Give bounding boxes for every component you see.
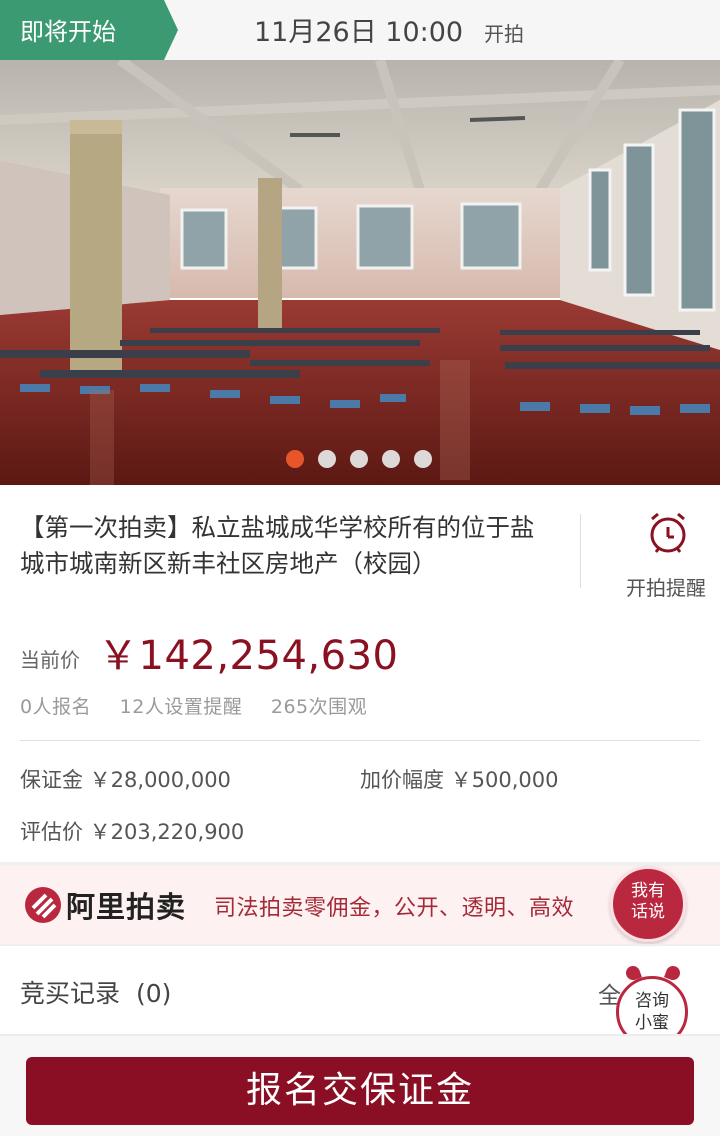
start-time: 11月26日 10:00: [254, 17, 464, 48]
bid-records-row[interactable]: 竞买记录 (0): [20, 974, 171, 1010]
carousel-dot[interactable]: [350, 450, 368, 468]
section-gap: [0, 944, 720, 946]
bid-increment: 加价幅度 ￥500,000: [360, 768, 559, 792]
auction-title: 【第一次拍卖】私立盐城成华学校所有的位于盐城市城南新区新丰社区房地产（校园）: [20, 513, 535, 578]
current-price: ￥142,254,630: [98, 633, 399, 679]
banner-slogan: 司法拍卖零佣金，公开、透明、高效: [214, 896, 575, 921]
status-tag: 即将开始: [0, 0, 178, 60]
alarm-clock-icon: [650, 512, 686, 553]
start-reminder-label: 开拍提醒: [626, 576, 706, 600]
ali-auction-brand: 阿里拍卖: [66, 890, 187, 924]
register-pay-deposit-button[interactable]: 报名交保证金: [26, 1057, 694, 1125]
view-count: 265次围观: [270, 696, 368, 718]
customer-service-line1: 咨询: [635, 991, 669, 1011]
signup-count: 0人报名: [20, 696, 92, 718]
status-tag-label: 即将开始: [20, 18, 116, 46]
appraisal-value: 评估价 ￥203,220,900: [20, 820, 245, 844]
carousel-dots: [286, 450, 432, 468]
deposit-amount: 保证金 ￥28,000,000: [20, 768, 231, 792]
image-carousel[interactable]: [0, 60, 720, 485]
start-reminder-button[interactable]: 开拍提醒: [620, 510, 720, 600]
canteen-photo: [0, 60, 720, 485]
feedback-label-line2: 话说: [631, 902, 665, 922]
ali-auction-logo-icon: [25, 887, 61, 923]
section-divider: [20, 740, 700, 741]
bid-records-count: (0): [136, 979, 172, 1008]
customer-service-line2: 小蜜: [635, 1013, 669, 1033]
carousel-dot[interactable]: [382, 450, 400, 468]
bid-records-label: 竞买记录: [20, 979, 121, 1008]
auction-detail-page: 即将开始 11月26日 10:00 开拍 【第一次拍卖】私立盐城成华学校所有的位…: [0, 0, 720, 1136]
carousel-dot[interactable]: [286, 450, 304, 468]
carousel-dot[interactable]: [318, 450, 336, 468]
feedback-label-line1: 我有: [631, 881, 665, 901]
title-divider: [580, 514, 581, 588]
start-time-suffix: 开拍: [484, 22, 524, 46]
auction-stats: 0人报名 12人设置提醒 265次围观: [20, 692, 389, 719]
carousel-dot[interactable]: [414, 450, 432, 468]
auction-status-bar: 即将开始 11月26日 10:00 开拍: [0, 0, 720, 60]
feedback-button[interactable]: 我有 话说: [610, 866, 686, 942]
current-price-label: 当前价: [20, 648, 80, 672]
reminder-count: 12人设置提醒: [119, 696, 243, 718]
